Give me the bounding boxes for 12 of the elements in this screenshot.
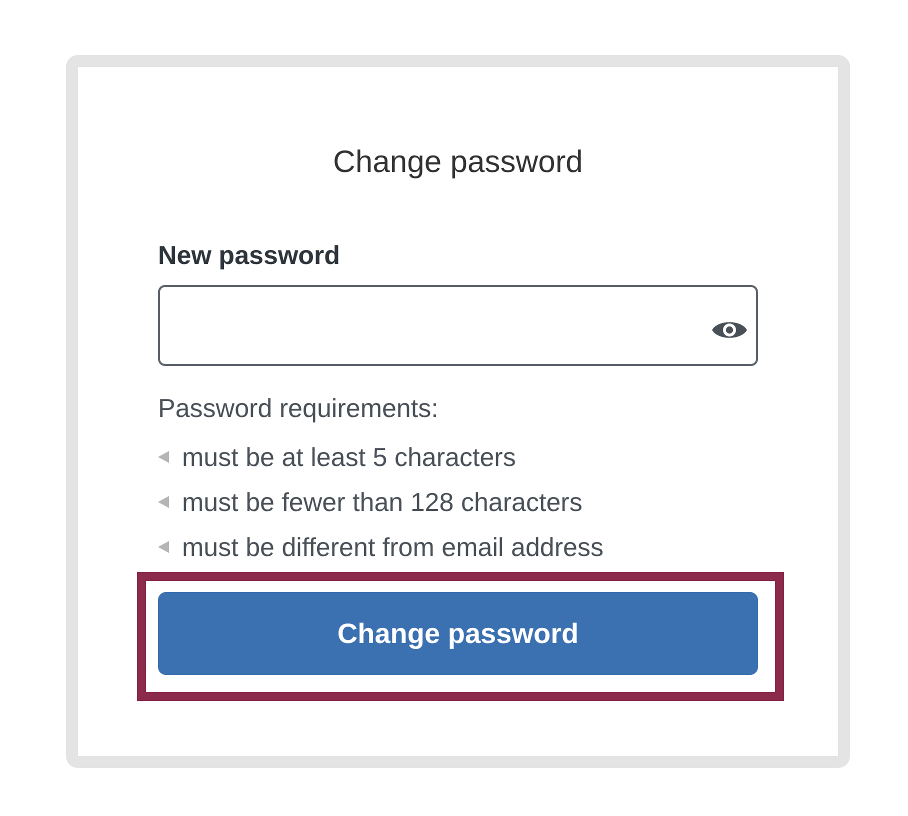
change-password-button[interactable]: Change password <box>158 592 758 675</box>
field-label: New password <box>158 240 340 270</box>
requirements-heading: Password requirements: <box>158 393 438 423</box>
triangle-bullet-icon <box>158 496 169 508</box>
triangle-bullet-icon <box>158 541 169 553</box>
triangle-bullet-icon <box>158 451 169 463</box>
eye-icon[interactable] <box>712 319 747 341</box>
requirement-text: must be different from email address <box>182 532 604 562</box>
page-title: Change password <box>333 144 583 180</box>
requirement-text: must be at least 5 characters <box>182 442 516 472</box>
password-field[interactable] <box>158 285 758 366</box>
requirement-text: must be fewer than 128 characters <box>182 487 582 517</box>
